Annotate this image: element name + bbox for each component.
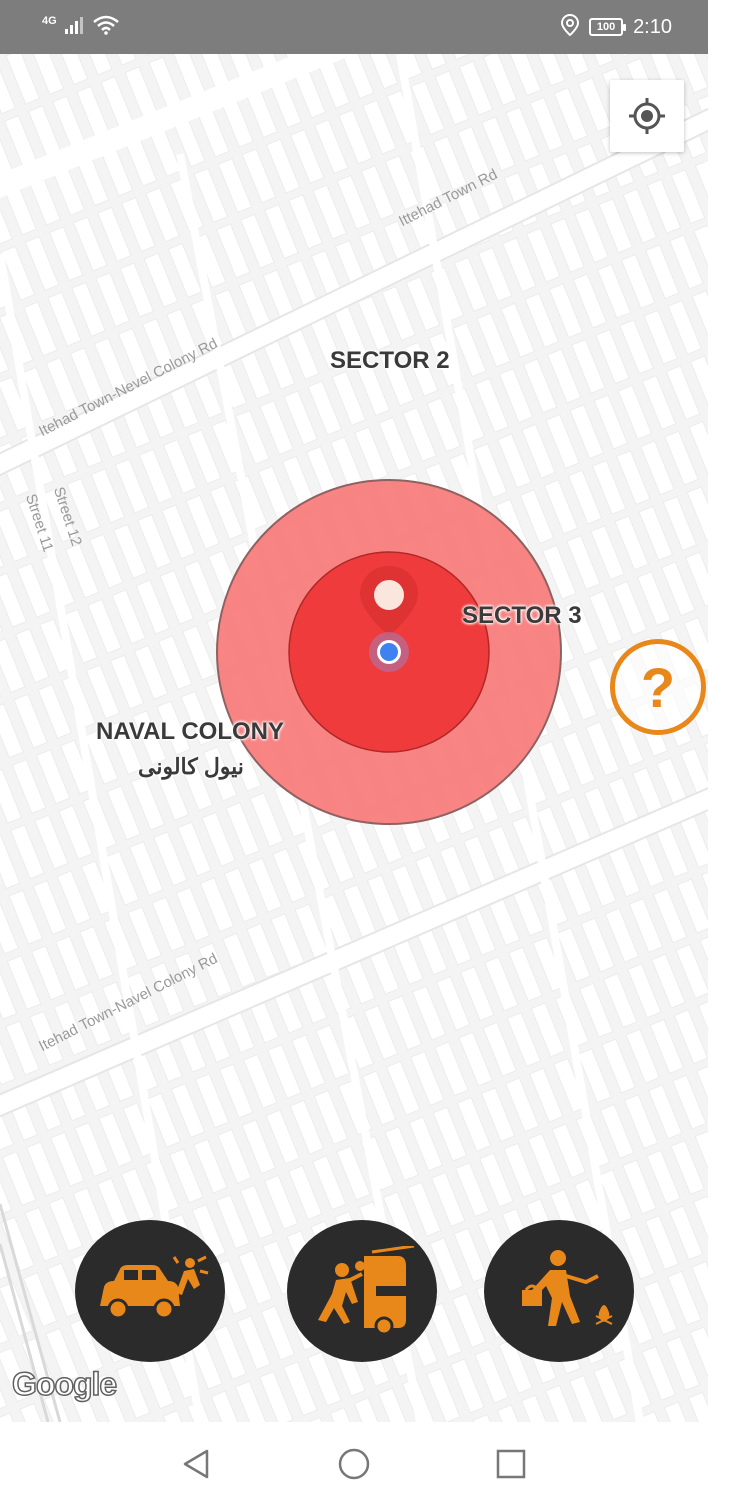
user-location-dot xyxy=(380,643,398,661)
google-attribution: Google xyxy=(11,1365,118,1403)
location-icon xyxy=(561,13,580,41)
navigation-bar xyxy=(0,1422,738,1506)
car-accident-icon xyxy=(100,1255,209,1320)
status-left: 4G xyxy=(42,12,119,42)
area-label-sector-3: SECTOR 3 xyxy=(462,602,582,629)
home-icon xyxy=(338,1448,370,1480)
network-type-label: 4G xyxy=(42,15,57,27)
area-label-naval-colony-urdu: نیول کالونی xyxy=(138,754,244,779)
app-screen: 4G 100 2:10 Ittehad Town Rd Itehad Town-… xyxy=(0,0,738,1506)
recents-button[interactable] xyxy=(491,1444,531,1484)
battery-level: 100 xyxy=(596,21,616,33)
my-location-button[interactable] xyxy=(610,80,684,152)
back-icon xyxy=(183,1449,209,1479)
status-bar: 4G 100 2:10 xyxy=(0,0,708,54)
car-robbery-button[interactable] xyxy=(287,1220,437,1362)
car-accident-button[interactable] xyxy=(75,1220,225,1362)
status-right: 100 2:10 xyxy=(561,12,672,42)
car-robbery-icon xyxy=(318,1246,415,1336)
recents-icon xyxy=(496,1449,526,1479)
area-label-naval-colony: NAVAL COLONY xyxy=(96,718,285,745)
crosshair-icon xyxy=(629,98,665,134)
snatching-button[interactable] xyxy=(484,1220,634,1362)
clock: 2:10 xyxy=(633,15,672,38)
battery-icon: 100 xyxy=(589,18,627,36)
question-mark-icon: ? xyxy=(640,655,676,719)
signal-icon xyxy=(64,16,85,39)
marker-pin-dot xyxy=(374,580,404,610)
home-button[interactable] xyxy=(334,1444,374,1484)
back-button[interactable] xyxy=(176,1444,216,1484)
map-view[interactable]: Ittehad Town Rd Itehad Town-Nevel Colony… xyxy=(0,54,708,1422)
snatching-icon xyxy=(522,1250,613,1326)
help-button[interactable]: ? xyxy=(610,639,706,735)
area-label-sector-2: SECTOR 2 xyxy=(330,347,450,374)
wifi-icon xyxy=(92,15,119,40)
